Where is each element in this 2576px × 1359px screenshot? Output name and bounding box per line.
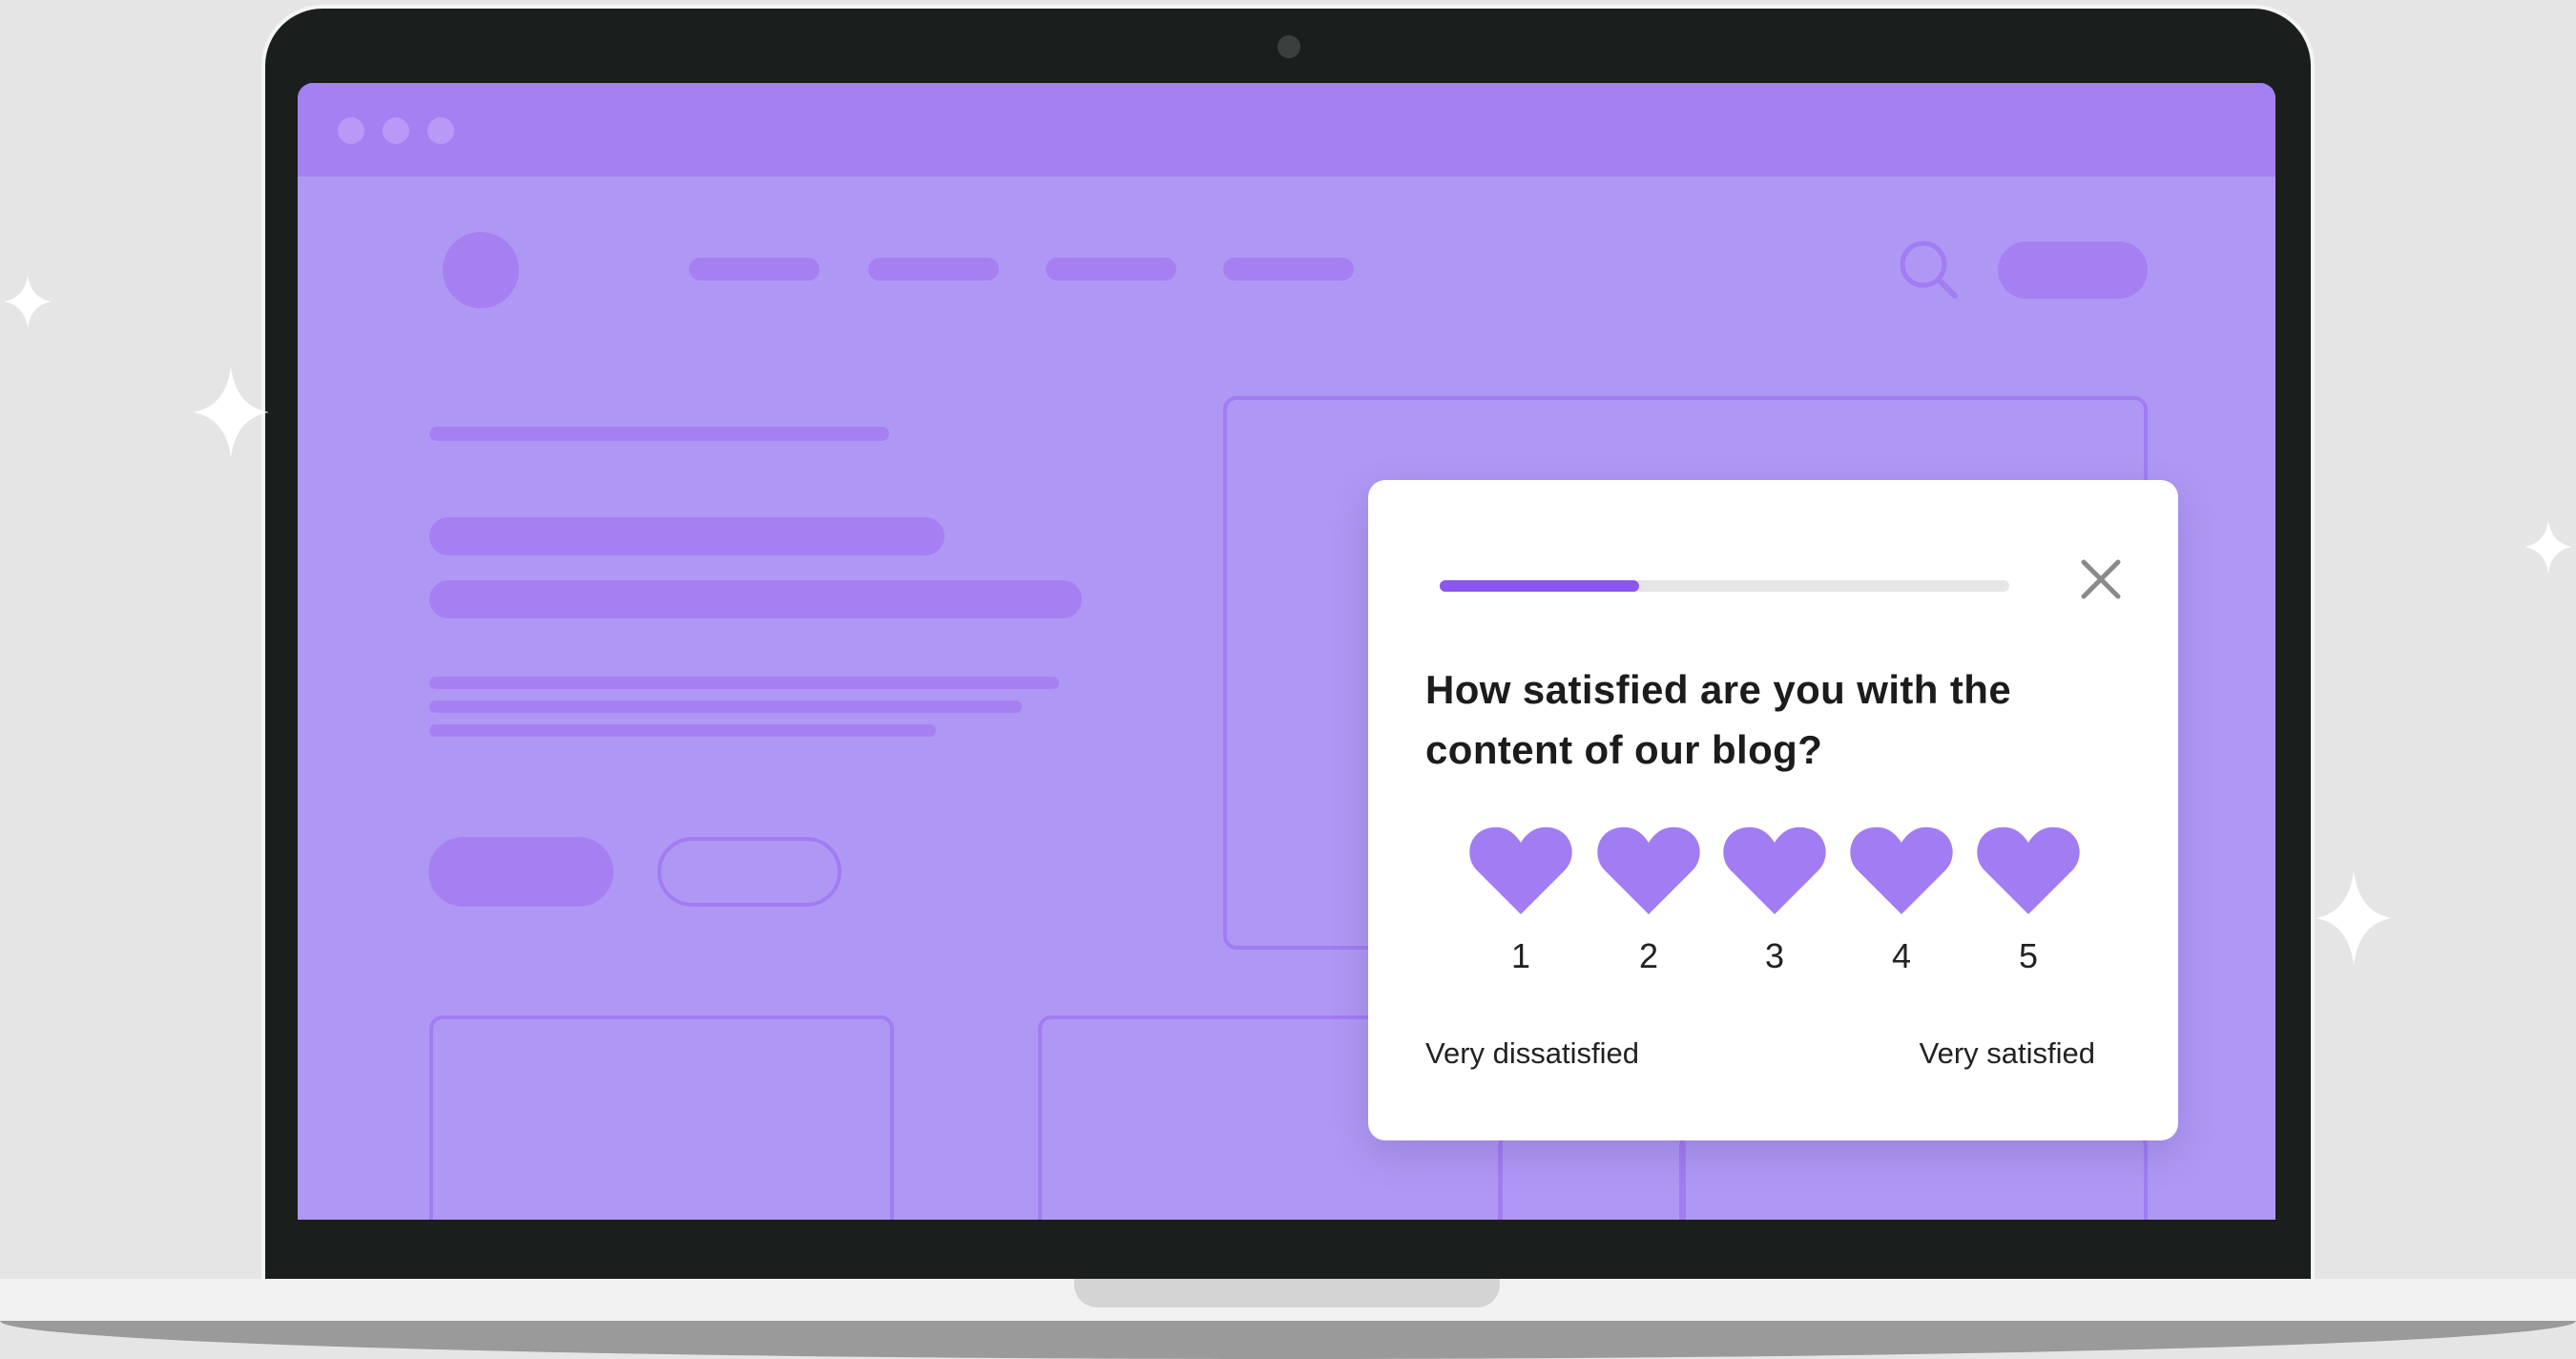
nav-link-placeholder[interactable] — [1223, 258, 1354, 281]
heart-icon[interactable] — [1469, 825, 1572, 916]
survey-progress-fill — [1440, 580, 1639, 592]
survey-question: How satisfied are you with the content o… — [1425, 667, 2012, 772]
rating-option-label[interactable]: 1 — [1469, 936, 1572, 976]
heart-icon[interactable] — [1723, 825, 1826, 916]
body-text-placeholder — [429, 677, 1059, 689]
nav-link-placeholder[interactable] — [689, 258, 820, 281]
nav-link-placeholder[interactable] — [1046, 258, 1176, 281]
logo-placeholder[interactable] — [443, 232, 519, 308]
sparkle-icon — [193, 366, 269, 458]
rating-option-label[interactable]: 2 — [1597, 936, 1700, 976]
browser-titlebar — [298, 83, 2275, 177]
survey-progress-track — [1440, 580, 2009, 592]
laptop-bottom-edge — [0, 1321, 2576, 1359]
card-placeholder — [1679, 1133, 2148, 1220]
heart-icon[interactable] — [1597, 825, 1700, 916]
laptop-notch — [1074, 1279, 1500, 1307]
window-close-dot[interactable] — [338, 117, 364, 144]
headline-placeholder — [429, 580, 1082, 618]
sparkle-icon — [2316, 870, 2392, 966]
low-scale-label: Very dissatisfied — [1425, 1036, 1639, 1070]
primary-button-placeholder[interactable] — [428, 837, 613, 907]
card-placeholder — [429, 1015, 894, 1220]
headline-placeholder — [429, 517, 945, 555]
high-scale-label: Very satisfied — [1919, 1036, 2095, 1070]
webcam — [1278, 35, 1300, 58]
close-icon[interactable] — [2074, 553, 2128, 606]
eyebrow-placeholder — [429, 427, 889, 441]
card-placeholder — [1498, 1133, 1686, 1220]
nav-link-placeholder[interactable] — [868, 258, 999, 281]
sparkle-icon — [4, 275, 52, 328]
search-icon[interactable] — [1898, 239, 1961, 302]
heart-icon[interactable] — [1850, 825, 1953, 916]
sparkle-icon — [2524, 520, 2572, 574]
window-minimize-dot[interactable] — [383, 117, 409, 144]
header-cta-placeholder[interactable] — [1998, 241, 2148, 299]
body-text-placeholder — [429, 724, 936, 737]
rating-option-label[interactable]: 3 — [1723, 936, 1826, 976]
heart-icon[interactable] — [1977, 825, 2080, 916]
body-text-placeholder — [429, 700, 1022, 713]
rating-option-label[interactable]: 4 — [1850, 936, 1953, 976]
secondary-button-placeholder[interactable] — [657, 837, 841, 907]
rating-option-label[interactable]: 5 — [1977, 936, 2080, 976]
window-maximize-dot[interactable] — [427, 117, 454, 144]
survey-popup: How satisfied are you with the content o… — [1368, 480, 2178, 1140]
